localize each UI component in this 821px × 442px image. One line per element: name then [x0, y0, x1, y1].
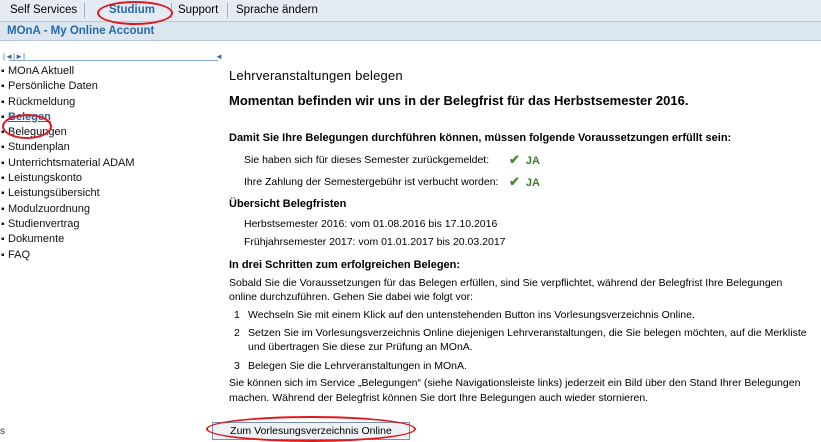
- bullet-icon: ▪: [1, 249, 5, 261]
- step-text: und übertragen Sie diese zur Prüfung an …: [248, 341, 473, 353]
- sidebar-item-rueckmeldung[interactable]: ▪ Rückmeldung: [0, 95, 218, 110]
- step-text: Wechseln Sie mit einem Klick auf den unt…: [248, 309, 695, 321]
- sidebar-item-label: Persönliche Daten: [8, 80, 98, 93]
- sidebar-divider: [9, 60, 218, 61]
- tab-self-services[interactable]: Self Services: [10, 4, 77, 16]
- bullet-icon: ▪: [1, 111, 5, 123]
- bullet-icon: ▪: [1, 203, 5, 215]
- sidebar-item-label: Studienvertrag: [8, 217, 80, 230]
- steps-intro: online durchzuführen. Gehen Sie dabei wi…: [229, 291, 473, 303]
- bullet-icon: ▪: [1, 127, 5, 139]
- sidebar-item-leistungsuebersicht[interactable]: ▪ Leistungsübersicht: [0, 186, 218, 201]
- sidebar-item-mona-aktuell[interactable]: ▪ MOnA Aktuell: [0, 64, 218, 79]
- sidebar-item-label: Belegungen: [8, 126, 67, 139]
- tab-divider: [227, 3, 228, 18]
- sidebar-item-stundenplan[interactable]: ▪ Stundenplan: [0, 140, 218, 155]
- closing-text: machen. Während der Belegfrist können Si…: [229, 392, 649, 404]
- sidebar-item-label: Belegen: [8, 110, 51, 123]
- sidebar-item-label: Leistungsübersicht: [8, 187, 100, 200]
- account-title: MOnA - My Online Account: [7, 25, 155, 37]
- sidebar-item-label: Modulzuordnung: [8, 202, 90, 215]
- sidebar-item-belegungen[interactable]: ▪ Belegungen: [0, 125, 218, 140]
- sidebar-item-label: Stundenplan: [8, 141, 70, 154]
- sidebar-item-label: MOnA Aktuell: [8, 65, 75, 77]
- prerequisite-status: ✔ JA: [509, 152, 540, 168]
- sidebar-item-label: Dokumente: [8, 233, 65, 246]
- sidebar-item-leistungskonto[interactable]: ▪ Leistungskonto: [0, 171, 218, 186]
- step-text: Setzen Sie im Vorlesungsverzeichnis Onli…: [248, 327, 807, 339]
- sidebar-item-label: FAQ: [8, 248, 31, 261]
- tab-divider: [171, 3, 172, 18]
- sidebar-item-faq[interactable]: ▪ FAQ: [0, 248, 218, 263]
- sidebar-item-dokumente[interactable]: ▪ Dokumente: [0, 232, 218, 247]
- deadline-item: Herbstsemester 2016: vom 01.08.2016 bis …: [244, 218, 498, 230]
- closing-text: Sie können sich im Service „Belegungen“ …: [229, 377, 801, 389]
- sidebar: |◄|►| ◄ ▪ MOnA Aktuell ▪ Persönliche Daten…: [0, 50, 223, 442]
- sidebar-item-label: Unterrichtsmaterial ADAM: [8, 156, 135, 169]
- sidebar-item-unterrichtsmaterial[interactable]: ▪ Unterrichtsmaterial ADAM: [0, 156, 218, 171]
- step-text: Belegen Sie die Lehrveranstaltungen in M…: [248, 360, 467, 372]
- period-notice: Momentan befinden wir uns in der Belegfr…: [229, 93, 689, 108]
- steps-intro: Sobald Sie die Voraussetzungen für das B…: [229, 277, 783, 289]
- sidebar-item-modulzuordnung[interactable]: ▪ Modulzuordnung: [0, 202, 218, 217]
- check-icon: ✔: [509, 174, 520, 189]
- prerequisite-text: Sie haben sich für dieses Semester zurüc…: [244, 154, 490, 166]
- bullet-icon: ▪: [1, 157, 5, 169]
- sidebar-item-studienvertrag[interactable]: ▪ Studienvertrag: [0, 217, 218, 232]
- bullet-icon: ▪: [1, 188, 5, 200]
- deadline-item: Frühjahrsemester 2017: vom 01.01.2017 bi…: [244, 236, 506, 248]
- prerequisite-status: ✔ JA: [509, 174, 540, 190]
- tab-divider: [84, 3, 85, 18]
- status-label: JA: [525, 177, 540, 189]
- bullet-icon: ▪: [1, 96, 5, 108]
- tab-sprache-aendern[interactable]: Sprache ändern: [236, 4, 318, 16]
- bullet-icon: ▪: [1, 234, 5, 246]
- step-number: 3: [234, 360, 240, 372]
- page-title: Lehrveranstaltungen belegen: [229, 68, 403, 83]
- top-navigation: Self Services Studium Support Sprache än…: [0, 0, 821, 22]
- deadlines-heading: Übersicht Belegfristen: [229, 198, 347, 210]
- course-catalog-button[interactable]: Zum Vorlesungsverzeichnis Online: [212, 422, 410, 440]
- sidebar-item-persoenliche-daten[interactable]: ▪ Persönliche Daten: [0, 79, 218, 94]
- footer-mark: s: [0, 426, 5, 437]
- account-title-bar: MOnA - My Online Account: [0, 22, 821, 41]
- prerequisite-text: Ihre Zahlung der Semestergebühr ist verb…: [244, 176, 499, 188]
- sidebar-item-label: Leistungskonto: [8, 172, 82, 185]
- bullet-icon: ▪: [1, 81, 5, 93]
- step-number: 2: [234, 327, 240, 339]
- sidebar-item-belegen[interactable]: ▪ Belegen: [0, 110, 218, 125]
- tab-studium[interactable]: Studium: [109, 4, 155, 16]
- bullet-icon: ▪: [1, 142, 5, 154]
- steps-heading: In drei Schritten zum erfolgreichen Bele…: [229, 259, 461, 271]
- sidebar-controls: |◄|►| ◄: [3, 52, 223, 61]
- bullet-icon: ▪: [1, 66, 5, 77]
- sidebar-item-label: Rückmeldung: [8, 95, 76, 108]
- check-icon: ✔: [509, 152, 520, 167]
- sidebar-menu: ▪ MOnA Aktuell ▪ Persönliche Daten ▪ Rückme…: [0, 64, 218, 263]
- bullet-icon: ▪: [1, 218, 5, 230]
- prerequisites-heading: Damit Sie Ihre Belegungen durchführen kö…: [229, 132, 732, 144]
- step-number: 1: [234, 309, 240, 321]
- status-label: JA: [525, 155, 540, 167]
- bullet-icon: ▪: [1, 173, 5, 185]
- tab-support[interactable]: Support: [178, 4, 218, 16]
